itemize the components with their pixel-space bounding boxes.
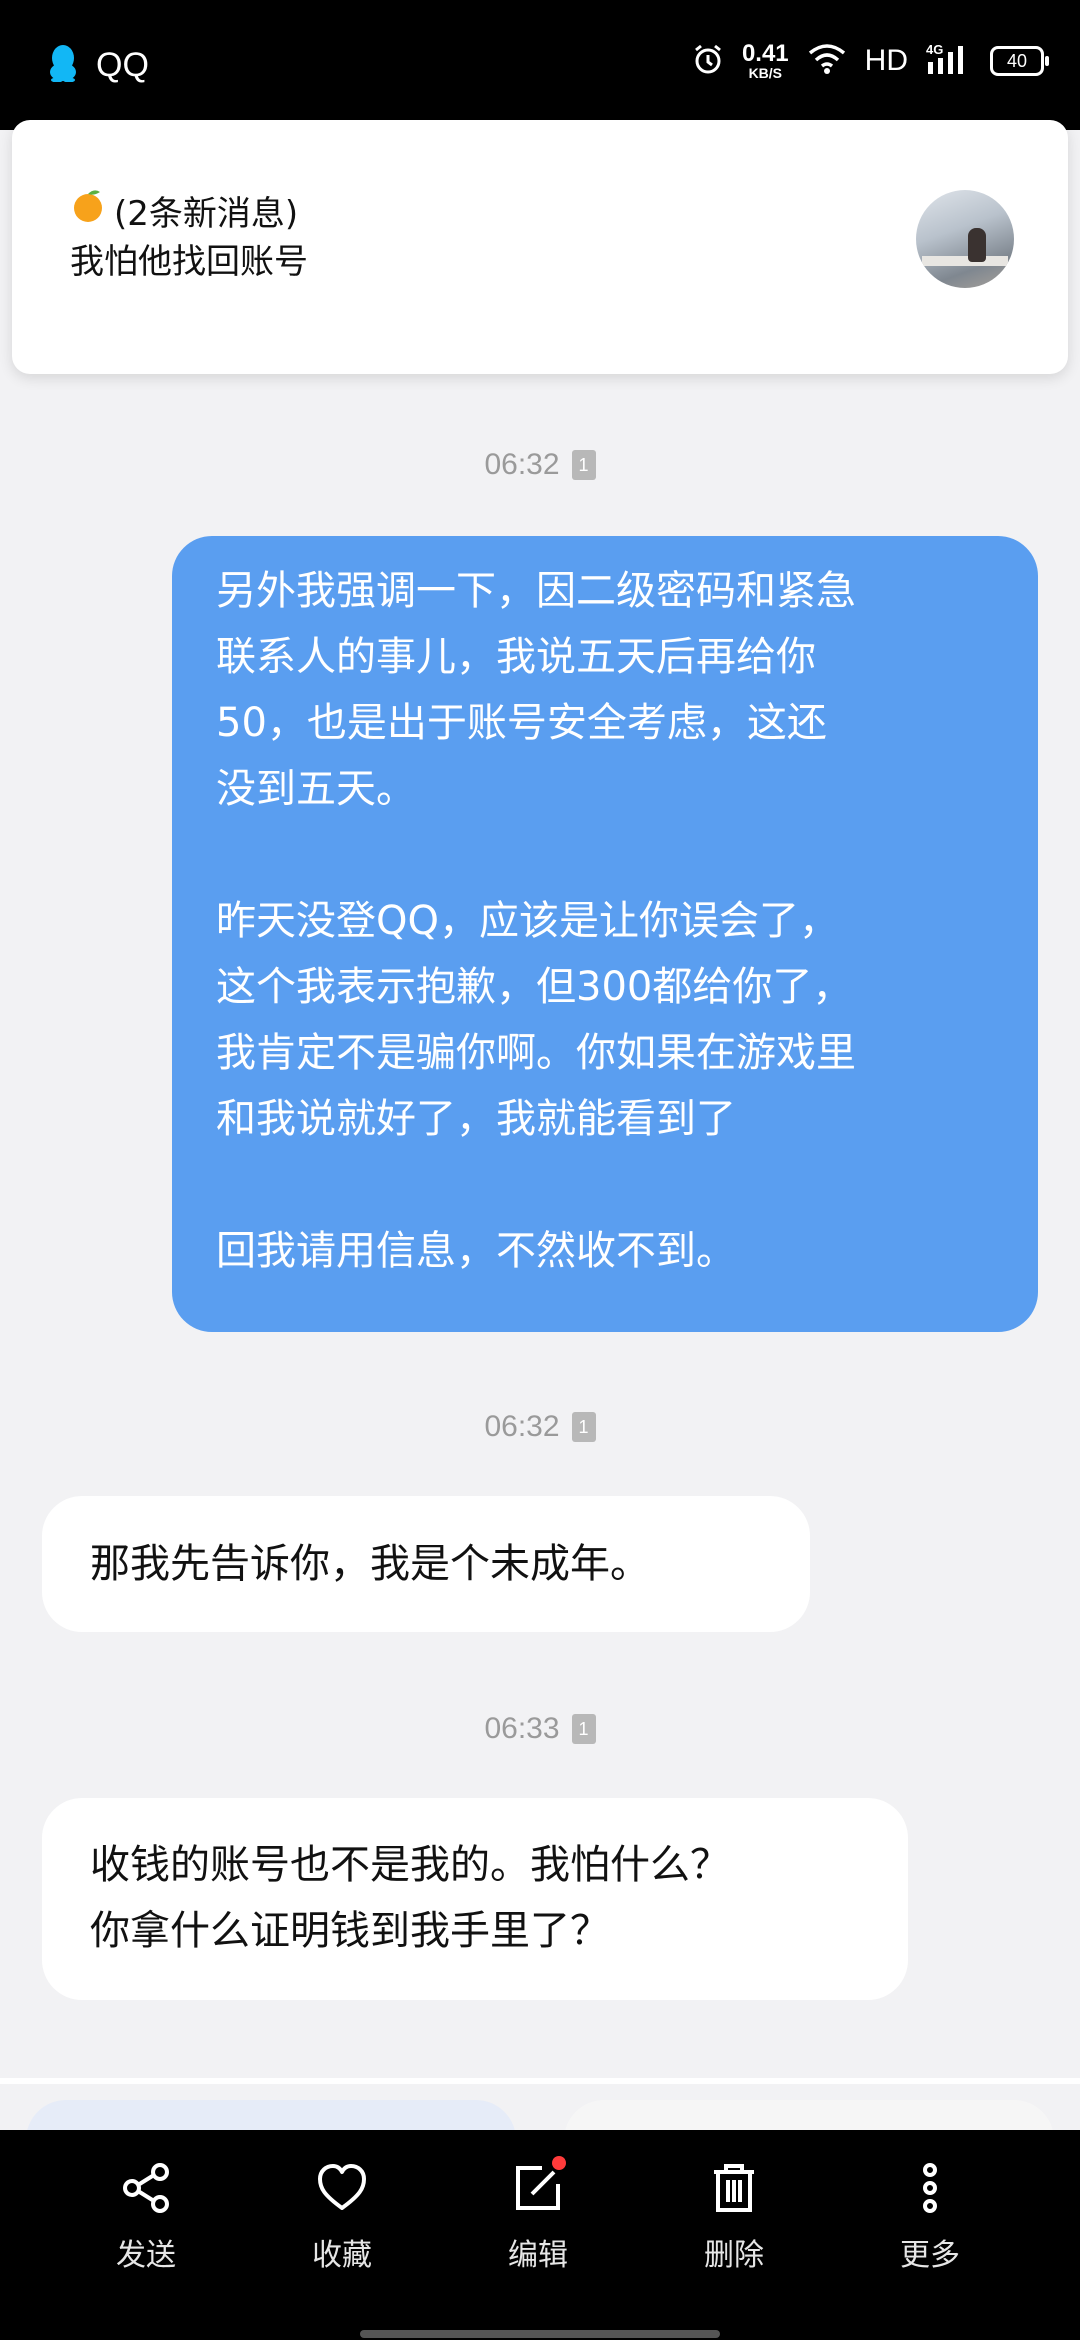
- alarm-icon: [692, 43, 724, 79]
- hd-indicator: HD: [864, 44, 908, 77]
- document-icon: 1: [571, 450, 596, 480]
- incoming-message-bubble[interactable]: 收钱的账号也不是我的。我怕什么？ 你拿什么证明钱到我手里了？: [42, 1798, 908, 2000]
- bottom-toolbar: 发送 收藏 编辑 删除 更多: [0, 2130, 1080, 2340]
- wifi-icon: [807, 43, 847, 79]
- avatar: [916, 190, 1014, 288]
- outgoing-message-bubble[interactable]: 另外我强调一下，因二级密码和紧急 联系人的事儿，我说五天后再给你 50，也是出于…: [172, 536, 1038, 1332]
- orange-emoji-icon: [70, 188, 106, 233]
- message-timestamp: 06:32 1: [0, 448, 1080, 482]
- share-icon: [123, 2163, 169, 2213]
- heart-icon: [318, 2164, 366, 2210]
- more-button[interactable]: 更多: [860, 2160, 1000, 2274]
- app-name: QQ: [96, 45, 149, 84]
- signal-icon: 4G: [926, 42, 972, 80]
- more-vertical-icon: [923, 2163, 937, 2213]
- favorite-button[interactable]: 收藏: [272, 2160, 412, 2274]
- document-icon: 1: [571, 1714, 596, 1744]
- status-bar: QQ 0.41 KB/S HD 4G 40: [0, 0, 1080, 130]
- battery-icon: 40: [990, 46, 1049, 76]
- document-icon: 1: [571, 1412, 596, 1442]
- delete-button[interactable]: 删除: [664, 2160, 804, 2274]
- qq-penguin-icon: [48, 44, 78, 86]
- message-notification[interactable]: (2条新消息) 我怕他找回账号: [12, 120, 1068, 374]
- send-button[interactable]: 发送: [76, 2160, 216, 2274]
- notification-title: (2条新消息): [114, 194, 299, 234]
- message-timestamp: 06:32 1: [0, 1410, 1080, 1444]
- incoming-message-bubble[interactable]: 那我先告诉你，我是个未成年。: [42, 1496, 810, 1632]
- home-indicator[interactable]: [360, 2330, 720, 2338]
- network-speed: 0.41 KB/S: [741, 40, 789, 81]
- edit-button[interactable]: 编辑: [468, 2156, 608, 2274]
- trash-icon: [714, 2164, 754, 2212]
- notification-dot: [552, 2156, 566, 2170]
- notification-body: 我怕他找回账号: [70, 242, 308, 282]
- divider: [0, 2078, 1080, 2084]
- message-timestamp: 06:33 1: [0, 1712, 1080, 1746]
- svg-text:4G: 4G: [926, 42, 943, 57]
